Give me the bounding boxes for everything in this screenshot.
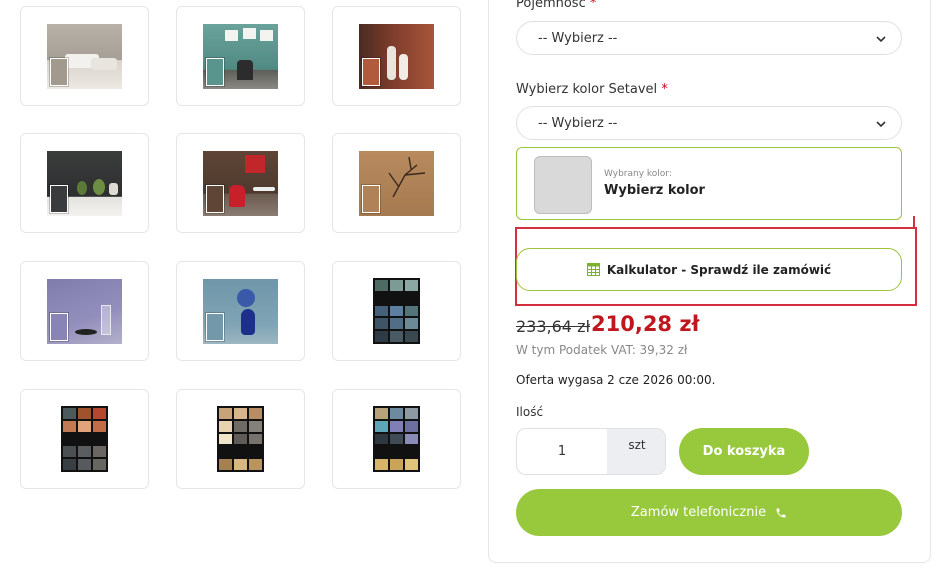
calculator-label: Kalkulator - Sprawdź ile zamówić bbox=[606, 262, 832, 277]
add-to-cart-button[interactable]: Do koszyka bbox=[679, 428, 809, 475]
thumbnail-teal-wall-chair[interactable] bbox=[176, 6, 305, 106]
required-marker: * bbox=[661, 82, 668, 97]
calculator-button[interactable]: Kalkulator - Sprawdź ile zamówić bbox=[516, 248, 902, 291]
color-label-text: Wybierz kolor Setavel bbox=[516, 82, 658, 97]
chevron-down-icon bbox=[876, 36, 886, 43]
add-to-cart-label: Do koszyka bbox=[702, 444, 786, 459]
quantity-unit: szt bbox=[607, 429, 665, 474]
thumbnail-red-brown-wall-vases[interactable] bbox=[332, 6, 461, 106]
interior-photo bbox=[47, 150, 122, 216]
selected-color-caption: Wybrany kolor: bbox=[604, 169, 672, 179]
interior-photo bbox=[47, 278, 122, 344]
thumbnail-swatch-grid-mixed[interactable] bbox=[332, 389, 461, 489]
required-marker: * bbox=[589, 0, 597, 11]
thumbnail-beige-wall-sofa[interactable] bbox=[20, 6, 149, 106]
quantity-label: Ilość bbox=[516, 405, 544, 419]
interior-photo bbox=[203, 278, 278, 344]
thumbnail-lilac-wall-glass[interactable] bbox=[20, 261, 149, 361]
chevron-down-icon bbox=[876, 121, 886, 128]
current-price: 210,28 zł bbox=[591, 312, 700, 336]
calculator-icon bbox=[586, 263, 600, 276]
quantity-stepper: 1 szt bbox=[516, 428, 666, 475]
order-by-phone-label: Zamów telefonicznie bbox=[630, 505, 767, 520]
phone-icon bbox=[776, 508, 786, 517]
interior-photo bbox=[47, 23, 122, 89]
interior-photo bbox=[359, 150, 434, 216]
capacity-select-value: -- Wybierz -- bbox=[538, 30, 618, 46]
selected-color-swatch bbox=[534, 156, 592, 214]
interior-photo bbox=[203, 150, 278, 216]
capacity-label-text: Pojemność bbox=[516, 0, 586, 11]
thumbnail-swatch-grid-warm[interactable] bbox=[20, 389, 149, 489]
capacity-select[interactable]: -- Wybierz -- bbox=[516, 21, 902, 55]
swatch-tiles bbox=[373, 278, 420, 344]
thumbnail-brown-wall-red-chair[interactable] bbox=[176, 133, 305, 233]
interior-photo bbox=[359, 23, 434, 89]
thumbnail-dark-grey-wall-plants[interactable] bbox=[20, 133, 149, 233]
thumbnail-swatch-grid-cool[interactable] bbox=[332, 261, 461, 361]
color-select[interactable]: -- Wybierz -- bbox=[516, 106, 902, 140]
quantity-input[interactable]: 1 bbox=[517, 429, 607, 474]
order-by-phone-button[interactable]: Zamów telefonicznie bbox=[516, 489, 902, 536]
interior-photo bbox=[203, 23, 278, 89]
vat-info: W tym Podatek VAT: 39,32 zł bbox=[516, 343, 688, 357]
color-label: Wybierz kolor Setavel * bbox=[516, 82, 668, 97]
offer-expiry: Oferta wygasa 2 cze 2026 00:00. bbox=[516, 373, 716, 387]
swatch-tiles bbox=[217, 406, 264, 472]
thumbnail-tan-wall-branch[interactable] bbox=[332, 133, 461, 233]
selected-color-value: Wybierz kolor bbox=[604, 183, 705, 198]
capacity-label: Pojemność * bbox=[516, 0, 596, 11]
swatch-tiles bbox=[373, 406, 420, 472]
color-select-value: -- Wybierz -- bbox=[538, 115, 618, 131]
thumbnail-blue-wall-vase[interactable] bbox=[176, 261, 305, 361]
old-price: 233,64 zł bbox=[516, 317, 591, 336]
thumbnail-swatch-grid-sand[interactable] bbox=[176, 389, 305, 489]
swatch-tiles bbox=[61, 406, 108, 472]
selected-color-box[interactable]: Wybrany kolor: Wybierz kolor bbox=[516, 147, 902, 220]
